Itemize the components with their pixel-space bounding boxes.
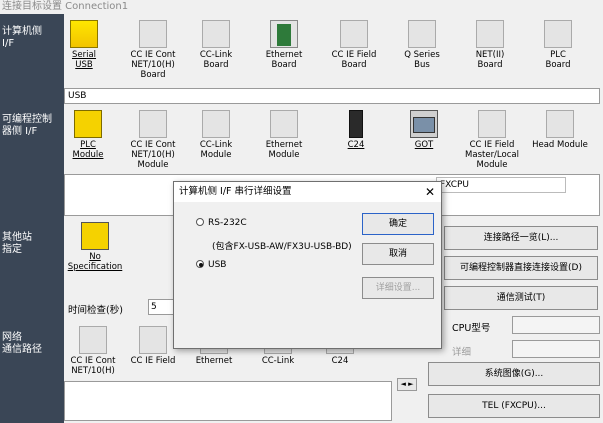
board-icon bbox=[139, 20, 167, 48]
network-icon bbox=[79, 326, 107, 354]
pc-if-cc-link-board[interactable]: CC-Link Board bbox=[192, 20, 240, 70]
timeout-label: 时间检查(秒) bbox=[68, 305, 123, 316]
module-icon bbox=[478, 110, 506, 138]
detail-label: 详细 bbox=[452, 347, 472, 358]
sidebar: 计算机侧 I/F 可编程控制 器侧 I/F 其他站 指定 网络 通信路径 bbox=[0, 14, 64, 423]
pc-if-ethernet-board[interactable]: Ethernet Board bbox=[260, 20, 308, 70]
serial-usb-icon bbox=[70, 20, 98, 48]
board-icon bbox=[340, 20, 368, 48]
network-route-panel[interactable] bbox=[64, 381, 392, 421]
pc-if-net2-board[interactable]: NET(II) Board bbox=[466, 20, 514, 70]
system-image-button[interactable]: 系统图像(G)... bbox=[428, 362, 600, 386]
serial-detail-dialog: 计算机侧 I/F 串行详细设置 ✕ RS-232C (包含FX-USB-AW/F… bbox=[173, 181, 442, 349]
pc-if-cc-ie-field-board[interactable]: CC IE Field Board bbox=[328, 20, 380, 70]
ok-button[interactable]: 确定 bbox=[362, 213, 434, 235]
plc-if-cc-ie-field-master[interactable]: CC IE Field Master/Local Module bbox=[460, 110, 524, 170]
pc-if-q-series-bus[interactable]: Q Series Bus bbox=[398, 20, 446, 70]
route-cc-ie-cont[interactable]: CC IE Cont NET/10(H) bbox=[64, 326, 122, 376]
pc-if-plc-board[interactable]: PLC Board bbox=[534, 20, 582, 70]
route-cc-ie-field[interactable]: CC IE Field bbox=[128, 326, 178, 366]
plc-if-plc-module[interactable]: PLC Module bbox=[66, 110, 110, 160]
plc-if-c24[interactable]: C24 bbox=[336, 110, 376, 150]
radio-rs232c[interactable]: RS-232C bbox=[196, 218, 247, 228]
radio-usb[interactable]: USB bbox=[196, 260, 226, 270]
ethernet-board-icon bbox=[270, 20, 298, 48]
other-station-no-spec[interactable]: No Specification bbox=[64, 222, 126, 272]
window-title: 连接目标设置 Connection1 bbox=[2, 1, 129, 12]
dialog-title: 计算机侧 I/F 串行详细设置 bbox=[174, 182, 441, 202]
c24-icon bbox=[349, 110, 363, 138]
cancel-button[interactable]: 取消 bbox=[362, 243, 434, 265]
cpu-type-label: CPU型号 bbox=[452, 323, 491, 334]
radio-rs232c-dot bbox=[196, 218, 204, 226]
plc-if-ethernet-module[interactable]: Ethernet Module bbox=[260, 110, 308, 160]
plc-type-field: FXCPU bbox=[436, 177, 566, 193]
board-icon bbox=[544, 20, 572, 48]
board-icon bbox=[408, 20, 436, 48]
route-list-button[interactable]: 连接路径一览(L)... bbox=[444, 226, 598, 250]
module-icon bbox=[139, 110, 167, 138]
network-icon bbox=[139, 326, 167, 354]
board-icon bbox=[202, 20, 230, 48]
plc-if-cc-link-module[interactable]: CC-Link Module bbox=[192, 110, 240, 160]
board-icon bbox=[476, 20, 504, 48]
got-icon bbox=[410, 110, 438, 138]
plc-if-cc-ie-cont-module[interactable]: CC IE Cont NET/10(H) Module bbox=[124, 110, 182, 170]
close-icon[interactable]: ✕ bbox=[425, 184, 435, 200]
tel-fxcpu-button[interactable]: TEL (FXCPU)... bbox=[428, 394, 600, 418]
no-specification-icon bbox=[81, 222, 109, 250]
plc-if-got[interactable]: GOT bbox=[404, 110, 444, 150]
scroll-arrows[interactable]: ◄ ► bbox=[397, 378, 417, 391]
plc-if-head-module[interactable]: Head Module bbox=[530, 110, 590, 150]
module-icon bbox=[270, 110, 298, 138]
cpu-type-field bbox=[512, 316, 600, 334]
sidebar-other-station-label: 其他站 指定 bbox=[2, 232, 32, 255]
rs232c-include-note: (包含FX-USB-AW/FX3U-USB-BD) bbox=[212, 242, 352, 252]
pc-if-serial-usb[interactable]: Serial USB bbox=[64, 20, 104, 70]
direct-connection-button[interactable]: 可编程控制器直接连接设置(D) bbox=[444, 256, 598, 280]
plc-module-icon bbox=[74, 110, 102, 138]
sidebar-pc-if-label: 计算机侧 I/F bbox=[2, 26, 42, 49]
pc-if-selection-strip[interactable]: USB bbox=[64, 88, 600, 104]
pc-if-cc-ie-cont-board[interactable]: CC IE Cont NET/10(H) Board bbox=[124, 20, 182, 80]
communication-test-button[interactable]: 通信测试(T) bbox=[444, 286, 598, 310]
module-icon bbox=[202, 110, 230, 138]
sidebar-plc-if-label: 可编程控制 器侧 I/F bbox=[2, 114, 52, 137]
sidebar-network-route-label: 网络 通信路径 bbox=[2, 332, 42, 355]
module-icon bbox=[546, 110, 574, 138]
detail-settings-button: 详细设置... bbox=[362, 277, 434, 299]
radio-usb-dot bbox=[196, 260, 204, 268]
detail-field bbox=[512, 340, 600, 358]
